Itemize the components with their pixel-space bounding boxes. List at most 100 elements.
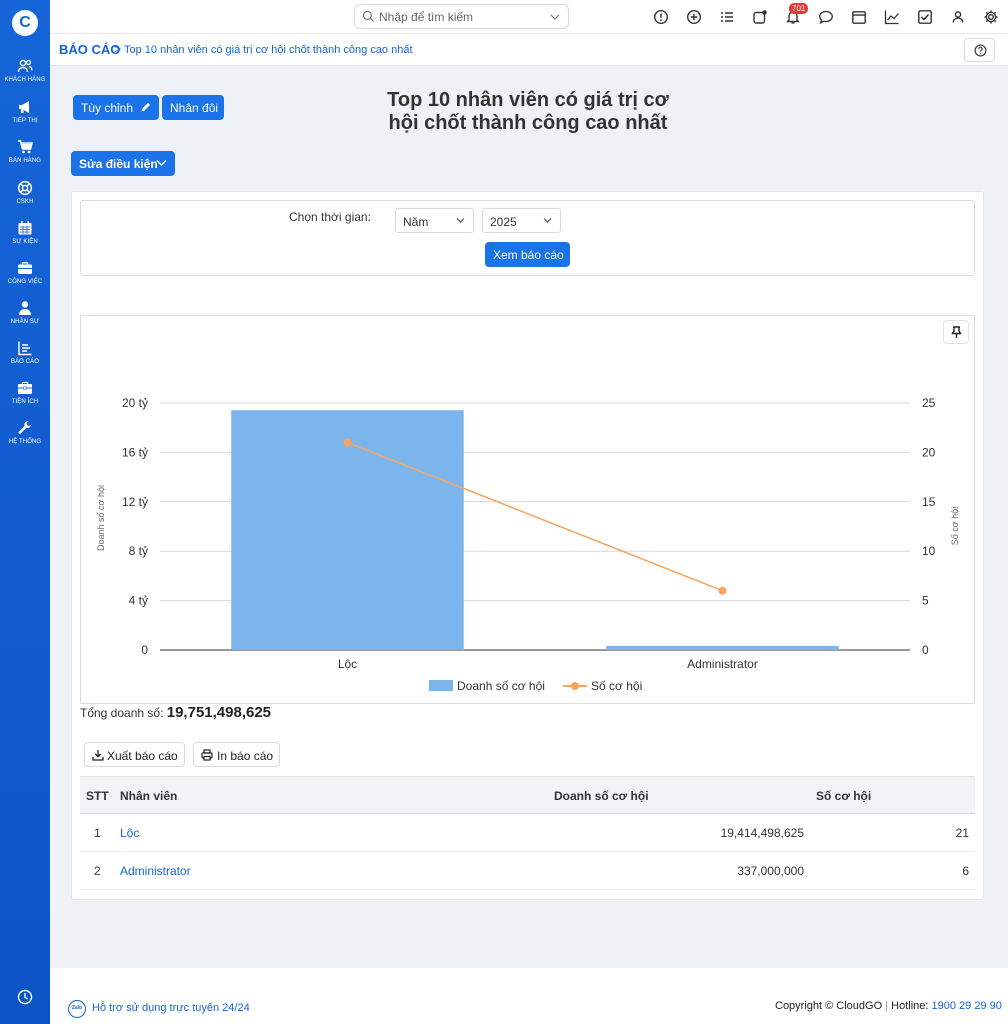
cell-stt: 2 bbox=[94, 864, 101, 878]
line-chart-icon[interactable] bbox=[884, 9, 900, 25]
sidebar-item-label: TIỆN ÍCH bbox=[11, 399, 39, 405]
sidebar-item-tasks[interactable]: CÔNG VIỆC bbox=[0, 260, 50, 285]
total-label: Tổng doanh số: bbox=[80, 706, 164, 720]
table-header: STT Nhân viên Doanh số cơ hội Số cơ hội bbox=[80, 776, 975, 814]
y2-tick-label: 20 bbox=[922, 445, 936, 459]
alert-circle-icon[interactable] bbox=[653, 9, 669, 25]
print-report-button[interactable]: In báo cáo bbox=[193, 742, 280, 767]
cell-stt: 1 bbox=[94, 826, 101, 840]
help-button[interactable] bbox=[964, 38, 995, 62]
table-row: 1 Lộc 19,414,498,625 21 bbox=[80, 814, 975, 852]
calendar-icon[interactable] bbox=[851, 9, 867, 25]
checkbox-icon[interactable] bbox=[917, 9, 933, 25]
sidebar-item-marketing[interactable]: TIẾP THỊ bbox=[0, 99, 50, 124]
sidebar-item-label: BÁN HÀNG bbox=[8, 158, 42, 164]
list-icon[interactable] bbox=[719, 9, 735, 25]
period-select[interactable]: Năm bbox=[395, 208, 474, 233]
clock-icon[interactable] bbox=[17, 989, 33, 1005]
breadcrumb: BÁO CÁO > Top 10 nhân viên có giá trị cơ… bbox=[50, 34, 1008, 66]
chevron-down-icon[interactable] bbox=[550, 12, 560, 22]
sidebar-item-customers[interactable]: KHÁCH HÀNG bbox=[0, 58, 50, 83]
app-logo[interactable]: C bbox=[12, 10, 38, 36]
year-select-value: 2025 bbox=[490, 215, 517, 229]
cell-revenue: 19,414,498,625 bbox=[720, 826, 804, 840]
y2-axis-label: Số cơ hội bbox=[950, 507, 960, 545]
page-title-line2: hội chốt thành công cao nhất bbox=[388, 112, 668, 134]
new-window-icon[interactable] bbox=[752, 9, 768, 25]
cell-employee-link[interactable]: Administrator bbox=[120, 864, 191, 878]
briefcase-icon bbox=[18, 262, 32, 274]
duplicate-label: Nhân đôi bbox=[170, 101, 219, 115]
cell-revenue: 337,000,000 bbox=[737, 864, 804, 878]
combo-chart: 0 4 tỷ 8 tỷ 12 tỷ 16 tỷ 20 tỷ 0 5 10 15 20 25 Lộc A… bbox=[96, 396, 960, 693]
sidebar-item-events[interactable]: SỰ KIỆN bbox=[0, 220, 50, 245]
sidebar-item-system[interactable]: HỆ THỐNG bbox=[0, 420, 50, 445]
add-circle-icon[interactable] bbox=[686, 9, 702, 25]
sidebar-item-label: CSKH bbox=[16, 199, 34, 205]
help-icon bbox=[974, 44, 987, 57]
toolbox-icon bbox=[18, 381, 32, 394]
view-report-button[interactable]: Xem báo cáo bbox=[485, 242, 570, 267]
cell-count: 6 bbox=[962, 864, 969, 878]
zalo-icon[interactable]: Zalo bbox=[68, 1000, 86, 1018]
support-link[interactable]: Hỗ trợ sử dụng trực tuyến 24/24 bbox=[92, 1002, 250, 1014]
wrench-icon bbox=[18, 421, 31, 434]
chat-icon[interactable] bbox=[818, 9, 834, 25]
y2-tick-label: 10 bbox=[922, 544, 936, 558]
legend-bar-swatch bbox=[429, 680, 453, 691]
global-search[interactable] bbox=[354, 4, 569, 29]
sidebar-item-label: HỆ THỐNG bbox=[8, 439, 42, 445]
sidebar-item-sales[interactable]: BÁN HÀNG bbox=[0, 139, 50, 164]
gear-icon[interactable] bbox=[983, 9, 999, 25]
column-header-count[interactable]: Số cơ hội bbox=[816, 789, 871, 803]
legend-line-marker bbox=[571, 682, 579, 690]
hotline-label: Hotline: bbox=[891, 1000, 929, 1012]
breadcrumb-root[interactable]: BÁO CÁO bbox=[59, 42, 120, 57]
bar bbox=[606, 645, 839, 650]
search-input[interactable] bbox=[379, 8, 539, 26]
cell-employee-link[interactable]: Lộc bbox=[120, 826, 139, 840]
line-point bbox=[718, 586, 727, 595]
column-header-employee[interactable]: Nhân viên bbox=[120, 789, 177, 803]
download-icon bbox=[92, 750, 104, 761]
breadcrumb-separator: > bbox=[114, 42, 122, 56]
export-report-button[interactable]: Xuất báo cáo bbox=[84, 742, 185, 767]
legend-bar-label[interactable]: Doanh số cơ hội bbox=[457, 679, 545, 693]
edit-conditions-button[interactable]: Sửa điều kiện bbox=[71, 151, 175, 176]
customers-icon bbox=[17, 59, 33, 73]
total-value: 19,751,498,625 bbox=[166, 704, 272, 721]
report-icon bbox=[18, 341, 32, 356]
pin-button[interactable] bbox=[943, 320, 969, 344]
cart-icon bbox=[18, 140, 33, 154]
sidebar-item-reports[interactable]: BÁO CÁO bbox=[0, 340, 50, 365]
year-select[interactable]: 2025 bbox=[482, 208, 561, 233]
total-revenue: Tổng doanh số: 19,751,498,625 bbox=[80, 704, 271, 721]
line-point bbox=[343, 438, 352, 447]
page-title: Top 10 nhân viên có giá trị cơ hội chốt … bbox=[370, 89, 686, 135]
y-tick-label: 12 tỷ bbox=[122, 495, 148, 509]
y-axis-label: Doanh số cơ hội bbox=[96, 485, 106, 551]
legend-line-label[interactable]: Số cơ hội bbox=[591, 679, 642, 693]
column-header-revenue[interactable]: Doanh số cơ hội bbox=[554, 789, 649, 803]
y2-tick-label: 15 bbox=[922, 495, 936, 509]
sidebar-item-label: TIẾP THỊ bbox=[12, 118, 38, 124]
customize-button[interactable]: Tùy chỉnh bbox=[73, 95, 159, 120]
user-icon[interactable] bbox=[950, 9, 966, 25]
sidebar: C KHÁCH HÀNG TIẾP THỊ BÁN HÀNG CSKH SỰ K… bbox=[0, 0, 50, 1024]
hotline-number[interactable]: 1900 29 29 90 bbox=[932, 1000, 1002, 1012]
copyright: Copyright © CloudGO | Hotline: 1900 29 2… bbox=[775, 1000, 1002, 1012]
duplicate-button[interactable]: Nhân đôi bbox=[162, 95, 224, 120]
sidebar-item-label: SỰ KIỆN bbox=[12, 239, 38, 245]
time-filter-label: Chọn thời gian: bbox=[289, 210, 371, 224]
y-tick-label: 8 tỷ bbox=[129, 544, 148, 558]
sidebar-item-label: KHÁCH HÀNG bbox=[4, 77, 46, 83]
table-row: 2 Administrator 337,000,000 6 bbox=[80, 852, 975, 890]
view-report-label: Xem báo cáo bbox=[493, 248, 564, 262]
edit-conditions-label: Sửa điều kiện bbox=[79, 157, 158, 171]
sidebar-item-utilities[interactable]: TIỆN ÍCH bbox=[0, 380, 50, 405]
column-header-stt[interactable]: STT bbox=[86, 789, 109, 803]
sidebar-item-hr[interactable]: NHÂN SỰ bbox=[0, 300, 50, 325]
breadcrumb-current: Top 10 nhân viên có giá trị cơ hội chốt … bbox=[124, 44, 413, 56]
sidebar-item-cskh[interactable]: CSKH bbox=[0, 180, 50, 205]
chevron-down-icon bbox=[543, 218, 552, 223]
